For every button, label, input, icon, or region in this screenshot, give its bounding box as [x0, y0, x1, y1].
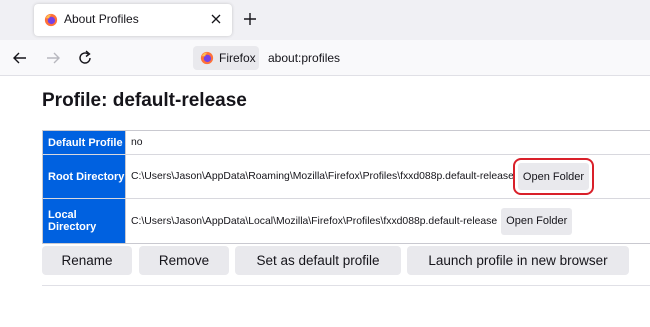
nav-bar: Firefox about:profiles [0, 40, 650, 76]
tab-about-profiles[interactable]: About Profiles [34, 4, 232, 36]
row-header: Local Directory [43, 199, 126, 243]
row-value: C:\Users\Jason\AppData\Roaming\Mozilla\F… [126, 155, 650, 198]
set-default-profile-button[interactable]: Set as default profile [235, 246, 401, 275]
launch-profile-button[interactable]: Launch profile in new browser [407, 246, 629, 275]
forward-arrow-icon[interactable] [44, 49, 62, 67]
identity-box[interactable]: Firefox [193, 46, 259, 70]
identity-label: Firefox [219, 51, 256, 65]
root-directory-path: C:\Users\Jason\AppData\Roaming\Mozilla\F… [131, 171, 514, 182]
table-row: Local Directory C:\Users\Jason\AppData\L… [43, 199, 650, 243]
profile-table: Default Profile no Root Directory C:\Use… [42, 130, 650, 244]
row-value: C:\Users\Jason\AppData\Local\Mozilla\Fir… [126, 199, 650, 243]
local-directory-path: C:\Users\Jason\AppData\Local\Mozilla\Fir… [131, 215, 498, 227]
tab-strip: About Profiles [0, 0, 650, 40]
firefox-icon [200, 51, 214, 65]
new-tab-icon[interactable] [242, 11, 258, 27]
row-value: no [126, 131, 650, 154]
table-row: Default Profile no [43, 131, 650, 155]
open-local-folder-button[interactable]: Open Folder [501, 207, 573, 235]
row-header: Root Directory [43, 155, 126, 198]
close-icon[interactable] [208, 11, 224, 27]
rename-button[interactable]: Rename [42, 246, 132, 275]
table-row: Root Directory C:\Users\Jason\AppData\Ro… [43, 155, 650, 199]
default-profile-value: no [131, 137, 143, 148]
divider [42, 285, 650, 286]
back-arrow-icon[interactable] [11, 49, 29, 67]
page-title: Profile: default-release [42, 90, 247, 111]
tab-title: About Profiles [64, 12, 139, 26]
reload-icon[interactable] [76, 49, 94, 67]
row-header: Default Profile [43, 131, 126, 154]
url-bar[interactable]: Firefox about:profiles [190, 44, 650, 72]
url-text[interactable]: about:profiles [268, 51, 340, 65]
open-root-folder-button[interactable]: Open Folder [512, 158, 595, 195]
firefox-icon [44, 13, 58, 27]
remove-button[interactable]: Remove [139, 246, 229, 275]
